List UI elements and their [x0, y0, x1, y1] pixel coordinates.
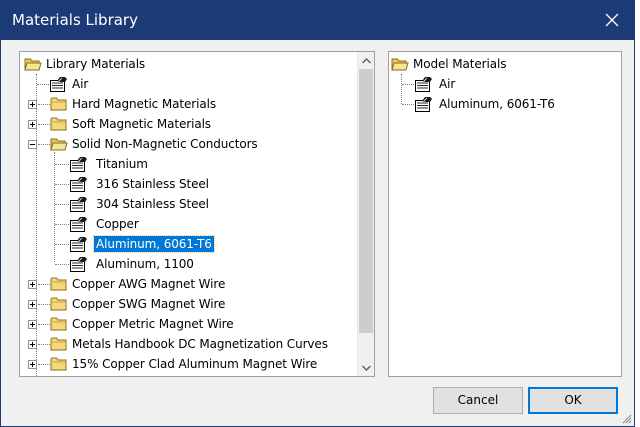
tree-item-304-stainless-steel[interactable]: 304 Stainless Steel	[20, 194, 350, 214]
expand-icon[interactable]	[28, 280, 37, 289]
folder-icon	[50, 336, 68, 352]
model-materials-tree[interactable]: Model Materials Air Aluminum, 6061-T6	[388, 51, 622, 377]
tree-item-label: Model Materials	[413, 57, 507, 71]
material-icon	[50, 76, 68, 92]
expand-icon[interactable]	[28, 100, 37, 109]
tree-item-solid-non-magnetic-conductors[interactable]: Solid Non-Magnetic Conductors	[20, 134, 350, 154]
material-icon	[70, 256, 88, 272]
chevron-down-icon	[361, 365, 371, 371]
tree-item-copper-metric-magnet-wire[interactable]: Copper Metric Magnet Wire	[20, 314, 350, 334]
ok-button[interactable]: OK	[528, 387, 618, 414]
tree-item-label: 15% Copper Clad Aluminum Magnet Wire	[72, 357, 318, 371]
close-button[interactable]	[590, 0, 634, 40]
tree-item-label: Titanium	[96, 157, 148, 171]
scroll-up-button[interactable]	[358, 52, 374, 69]
tree-item-label: Aluminum, 6061-T6	[439, 97, 555, 111]
tree-item-model-aluminum-6061-t6[interactable]: Aluminum, 6061-T6	[389, 94, 619, 114]
tree-item-label: Copper SWG Magnet Wire	[72, 297, 226, 311]
material-icon	[70, 216, 88, 232]
folder-icon	[50, 316, 68, 332]
tree-item-label: Solid Non-Magnetic Conductors	[72, 137, 258, 151]
tree-item-15-copper-clad-aluminum-magnet-wire[interactable]: 15% Copper Clad Aluminum Magnet Wire	[20, 354, 350, 374]
folder-open-icon	[391, 56, 409, 72]
tree-item-label: Copper	[96, 217, 139, 231]
tree-item-library-materials[interactable]: Library Materials	[20, 54, 350, 74]
tree-item-label: Library Materials	[46, 57, 146, 71]
tree-item-hard-magnetic-materials[interactable]: Hard Magnetic Materials	[20, 94, 350, 114]
folder-icon	[50, 296, 68, 312]
window-title: Materials Library	[12, 11, 138, 29]
cancel-button[interactable]: Cancel	[433, 387, 523, 414]
close-icon	[605, 13, 619, 27]
folder-icon	[50, 116, 68, 132]
tree-item-label: 316 Stainless Steel	[96, 177, 209, 191]
tree-item-metals-handbook-dc-magnetization-curves[interactable]: Metals Handbook DC Magnetization Curves	[20, 334, 350, 354]
tree-item-label: Soft Magnetic Materials	[72, 117, 211, 131]
tree-item-label: Air	[72, 77, 89, 91]
expand-icon[interactable]	[28, 300, 37, 309]
tree-item-titanium[interactable]: Titanium	[20, 154, 350, 174]
resize-grip-icon[interactable]	[620, 412, 632, 424]
material-icon	[70, 156, 88, 172]
expand-icon[interactable]	[28, 320, 37, 329]
folder-open-icon	[24, 56, 42, 72]
tree-item-copper[interactable]: Copper	[20, 214, 350, 234]
expand-icon[interactable]	[28, 360, 37, 369]
tree-item-aluminum-6061-t6[interactable]: Aluminum, 6061-T6	[20, 234, 350, 254]
expand-icon[interactable]	[28, 340, 37, 349]
tree-item-model-materials[interactable]: Model Materials	[389, 54, 619, 74]
library-materials-tree[interactable]: Library Materials Air Hard Magnetic Mate…	[19, 51, 375, 377]
tree-item-label: 304 Stainless Steel	[96, 197, 209, 211]
tree-item-label-selected: Aluminum, 6061-T6	[93, 235, 215, 253]
tree-item-label: Air	[439, 77, 456, 91]
tree-item-soft-magnetic-materials[interactable]: Soft Magnetic Materials	[20, 114, 350, 134]
material-icon	[70, 196, 88, 212]
material-icon	[415, 76, 433, 92]
material-icon	[70, 176, 88, 192]
materials-library-dialog: Materials Library Library Materials Air	[0, 0, 635, 427]
tree-item-aluminum-1100[interactable]: Aluminum, 1100	[20, 254, 350, 274]
tree-item-model-air[interactable]: Air	[389, 74, 619, 94]
folder-icon	[50, 96, 68, 112]
scroll-thumb[interactable]	[359, 69, 373, 333]
title-bar: Materials Library	[1, 0, 634, 40]
tree-item-label: Metals Handbook DC Magnetization Curves	[72, 337, 328, 351]
vertical-scrollbar[interactable]	[357, 52, 374, 376]
scroll-down-button[interactable]	[358, 359, 374, 376]
tree-item-air[interactable]: Air	[20, 74, 350, 94]
chevron-up-icon	[361, 57, 371, 63]
tree-item-label: Copper Metric Magnet Wire	[72, 317, 234, 331]
tree-item-copper-swg-magnet-wire[interactable]: Copper SWG Magnet Wire	[20, 294, 350, 314]
tree-item-copper-awg-magnet-wire[interactable]: Copper AWG Magnet Wire	[20, 274, 350, 294]
folder-icon	[50, 276, 68, 292]
material-icon	[70, 236, 88, 252]
expand-icon[interactable]	[28, 120, 37, 129]
tree-item-316-stainless-steel[interactable]: 316 Stainless Steel	[20, 174, 350, 194]
folder-icon	[50, 356, 68, 372]
collapse-icon[interactable]	[28, 140, 37, 149]
tree-item-label: Aluminum, 1100	[96, 257, 194, 271]
material-icon	[415, 96, 433, 112]
tree-item-label: Hard Magnetic Materials	[72, 97, 216, 111]
tree-item-label: Copper AWG Magnet Wire	[72, 277, 226, 291]
folder-open-icon	[50, 136, 68, 152]
